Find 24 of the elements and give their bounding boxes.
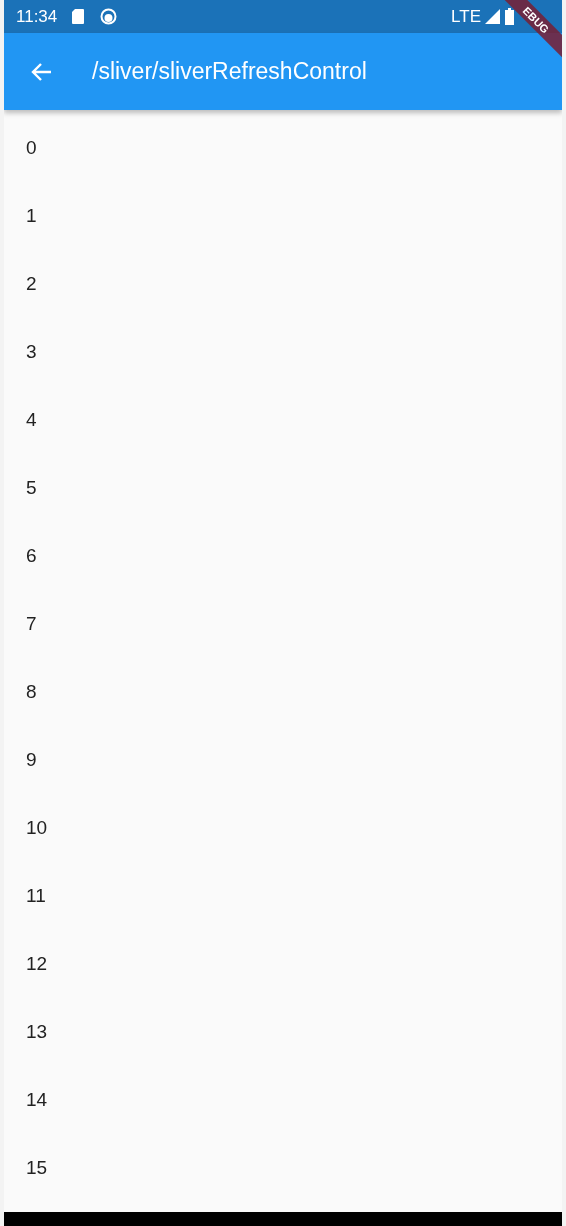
list-item[interactable]: 9: [26, 745, 37, 775]
list-item[interactable]: 10: [26, 813, 48, 843]
list-item[interactable]: 4: [26, 405, 37, 435]
sd-card-icon: [72, 9, 85, 24]
page-title: /sliver/sliverRefreshControl: [92, 57, 367, 87]
back-arrow-icon[interactable]: [30, 61, 52, 82]
list-item[interactable]: 13: [26, 1017, 48, 1047]
list-item[interactable]: 15: [26, 1153, 48, 1183]
list-item[interactable]: 8: [26, 677, 37, 707]
list-item[interactable]: 7: [26, 609, 37, 639]
face-icon: [100, 8, 118, 25]
battery-icon: [505, 8, 514, 25]
list-item[interactable]: 1: [26, 201, 37, 231]
list-item[interactable]: 2: [26, 269, 37, 299]
list-item[interactable]: 0: [26, 133, 37, 163]
list-item[interactable]: 6: [26, 541, 37, 571]
clock: 11:34: [16, 5, 58, 28]
network-label: LTE: [451, 5, 481, 28]
list-item[interactable]: 14: [26, 1085, 48, 1115]
list-item[interactable]: 11: [26, 881, 46, 911]
list-item[interactable]: 3: [26, 337, 37, 367]
list-item[interactable]: 12: [26, 949, 48, 979]
signal-icon: [485, 9, 500, 24]
list-item[interactable]: 5: [26, 473, 37, 503]
